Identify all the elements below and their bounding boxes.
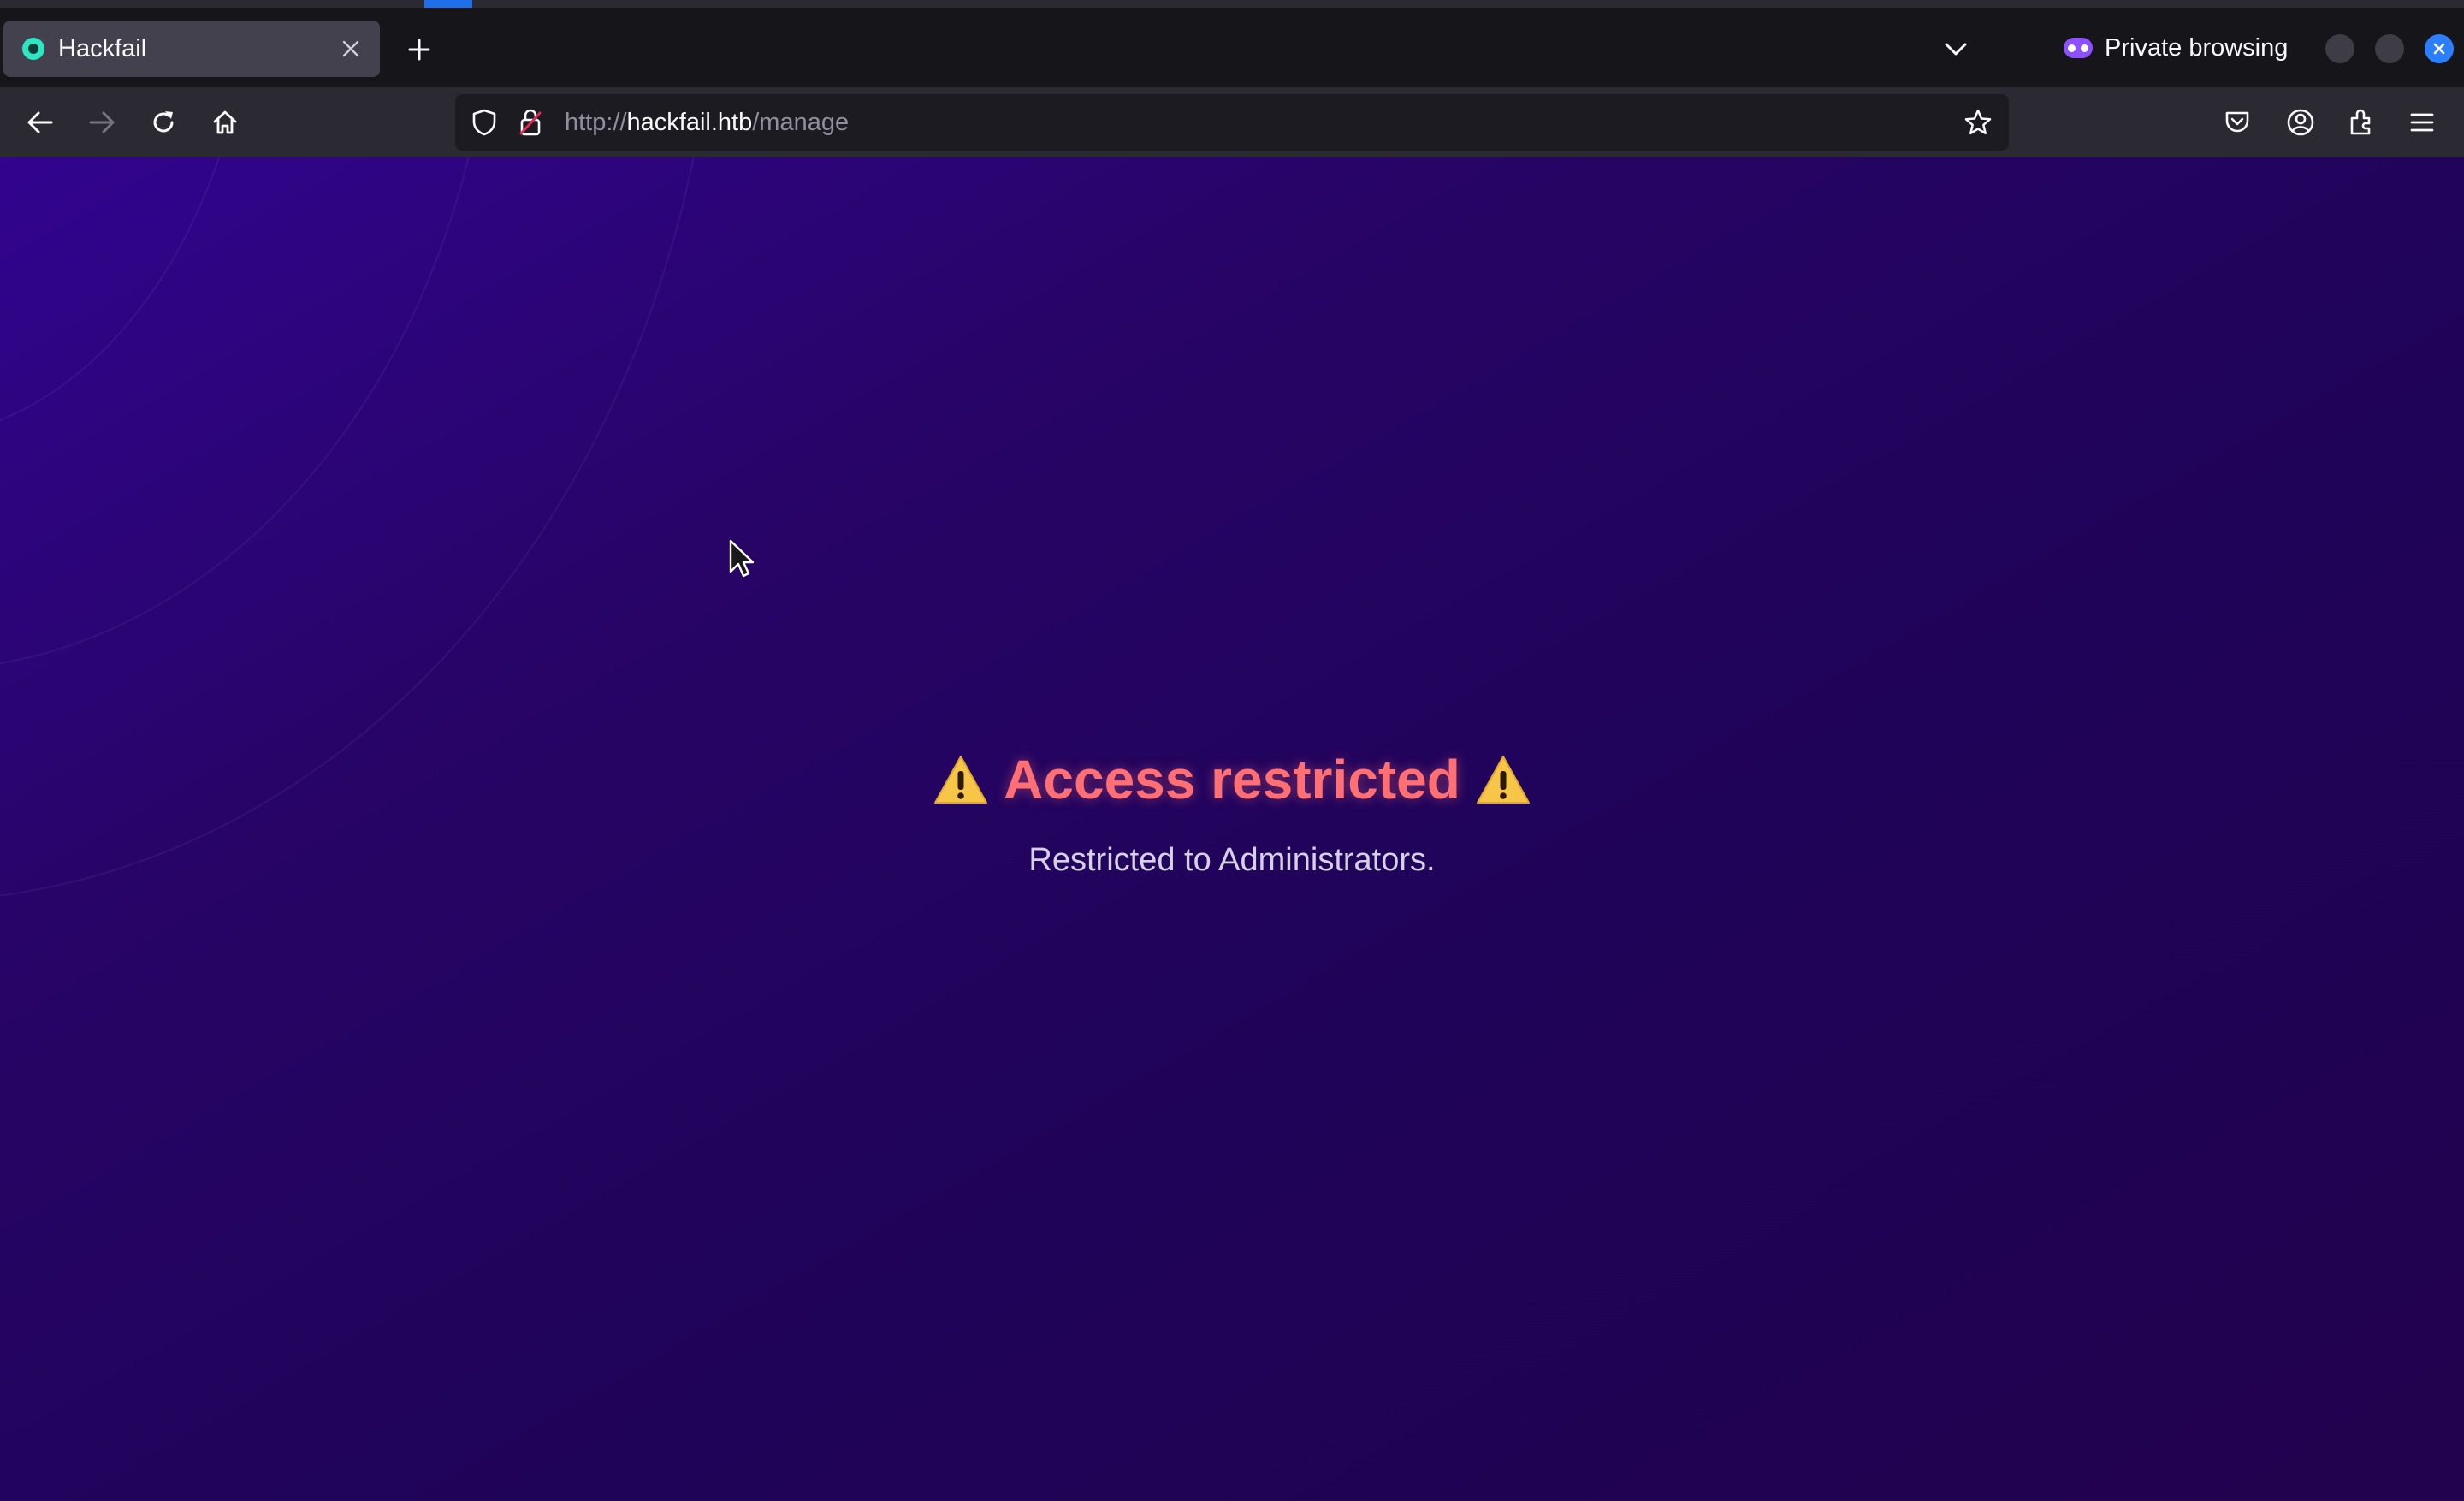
back-button[interactable] xyxy=(21,103,60,142)
warning-triangle-icon xyxy=(934,756,988,804)
warning-triangle-icon xyxy=(1476,756,1530,804)
menu-button[interactable] xyxy=(2402,103,2442,142)
pocket-icon xyxy=(2225,111,2249,133)
minimize-button[interactable] xyxy=(2325,34,2354,63)
pocket-button[interactable] xyxy=(2218,103,2257,142)
home-icon xyxy=(213,110,237,134)
restriction-message: Restricted to Administrators. xyxy=(1028,842,1436,878)
extensions-button[interactable] xyxy=(2341,103,2380,142)
reload-icon xyxy=(153,111,174,133)
page-heading: Access restricted xyxy=(918,748,1546,811)
forward-button[interactable] xyxy=(82,103,121,142)
private-browsing-label: Private browsing xyxy=(2105,33,2289,62)
lock-insecure-icon[interactable] xyxy=(513,105,548,139)
account-icon xyxy=(2287,109,2314,136)
account-button[interactable] xyxy=(2281,103,2320,142)
reload-button[interactable] xyxy=(144,103,183,142)
close-icon xyxy=(2433,43,2445,55)
globe-dot-icon xyxy=(22,38,44,60)
tab-title: Hackfail xyxy=(58,34,147,62)
url-host: hackfail.htb xyxy=(626,108,753,136)
top-accent-bar xyxy=(0,0,2464,8)
tab-hackfail[interactable]: Hackfail xyxy=(3,21,380,77)
access-message: Access restricted Restricted to Administ… xyxy=(0,748,2464,879)
arrow-right-icon xyxy=(89,111,115,133)
url-scheme: http:// xyxy=(565,108,627,136)
home-button[interactable] xyxy=(205,103,245,142)
hamburger-menu-icon xyxy=(2410,113,2434,132)
address-bar[interactable]: http://hackfail.htb/manage xyxy=(455,94,2009,151)
mouse-cursor-icon xyxy=(729,539,755,578)
star-icon[interactable] xyxy=(1961,105,1995,139)
close-icon[interactable] xyxy=(334,32,368,66)
heading-text: Access restricted xyxy=(1004,749,1460,810)
window-close-button[interactable] xyxy=(2425,34,2454,63)
page-content: Access restricted Restricted to Administ… xyxy=(0,157,2464,1501)
url-path: /manage xyxy=(752,108,850,136)
arrow-left-icon xyxy=(27,111,53,133)
list-all-tabs-button[interactable] xyxy=(1937,31,1975,68)
new-tab-button[interactable] xyxy=(400,31,438,68)
puzzle-icon xyxy=(2350,109,2371,135)
plus-icon xyxy=(408,39,430,61)
navigation-toolbar: http://hackfail.htb/manage xyxy=(0,87,2464,157)
accent-indicator xyxy=(424,0,472,8)
maximize-button[interactable] xyxy=(2375,34,2404,63)
url-text[interactable]: http://hackfail.htb/manage xyxy=(565,109,1961,137)
private-browsing-indicator: Private browsing xyxy=(2064,29,2288,67)
tab-strip: Hackfail Private browsing xyxy=(0,0,2464,87)
chevron-down-icon xyxy=(1945,43,1967,56)
private-mask-icon xyxy=(2064,38,2093,58)
shield-icon[interactable] xyxy=(467,105,501,139)
